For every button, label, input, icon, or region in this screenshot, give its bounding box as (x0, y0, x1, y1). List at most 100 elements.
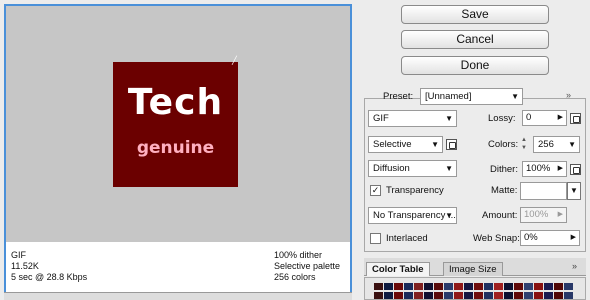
color-swatch[interactable] (424, 283, 433, 290)
dropdown-arrow-icon: ▶ (570, 234, 576, 241)
tab-color-table[interactable]: Color Table (366, 262, 430, 276)
color-swatch[interactable] (444, 283, 453, 290)
color-swatch[interactable] (474, 283, 483, 290)
dither-mask-button[interactable] (570, 164, 581, 175)
color-swatch[interactable] (384, 283, 393, 290)
chevron-down-icon: ▼ (431, 140, 439, 149)
transparency-dither-value: No Transparency ... (373, 210, 456, 221)
color-swatch[interactable] (524, 283, 533, 290)
amount-label: Amount: (482, 210, 518, 221)
reduction-mask-button[interactable] (446, 139, 457, 150)
color-swatch[interactable] (564, 291, 573, 299)
tab-image-size[interactable]: Image Size (443, 262, 503, 276)
web-snap-value: 0% (524, 232, 538, 243)
preview-image: Tech genuine (113, 62, 238, 187)
color-swatch[interactable] (514, 283, 523, 290)
transparency-dither-select[interactable]: No Transparency ... ▼ (368, 207, 457, 224)
dropdown-arrow-icon: ▶ (557, 165, 563, 172)
color-swatch[interactable] (384, 291, 393, 299)
matte-label: Matte: (491, 185, 518, 196)
color-reduction-value: Selective (373, 139, 412, 150)
color-swatch[interactable] (404, 291, 413, 299)
color-swatch[interactable] (524, 291, 533, 299)
matte-swatch[interactable] (520, 182, 567, 200)
color-swatch[interactable] (504, 291, 513, 299)
web-snap-input[interactable]: 0% ▶ (520, 230, 580, 246)
color-swatch[interactable] (434, 283, 443, 290)
color-swatch[interactable] (374, 283, 383, 290)
dropdown-arrow-icon: ▶ (557, 211, 563, 218)
lossy-label: Lossy: (488, 113, 516, 124)
dither-input[interactable]: 100% ▶ (522, 161, 567, 177)
color-swatch[interactable] (564, 283, 573, 290)
palette-info: Selective palette (274, 261, 341, 271)
dither-algorithm-value: Diffusion (373, 163, 410, 174)
amount-value: 100% (524, 209, 549, 220)
color-swatch[interactable] (534, 283, 543, 290)
transparency-checkbox[interactable]: ✓ (370, 185, 381, 196)
color-swatch[interactable] (444, 291, 453, 299)
color-swatch[interactable] (484, 291, 493, 299)
dither-info: 100% dither (274, 250, 323, 260)
done-button[interactable]: Done (401, 56, 549, 75)
color-swatch[interactable] (374, 291, 383, 299)
interlaced-label: Interlaced (386, 233, 428, 244)
optimization-info-right: 100% dither Selective palette 256 colors (274, 250, 340, 283)
color-swatch[interactable] (544, 283, 553, 290)
colors-select[interactable]: 256 ▼ (533, 136, 580, 153)
lossy-mask-button[interactable] (570, 113, 581, 124)
color-swatch[interactable] (534, 291, 543, 299)
preview-status-strip (4, 292, 352, 300)
color-swatch[interactable] (514, 291, 523, 299)
color-swatch[interactable] (434, 291, 443, 299)
color-swatch[interactable] (394, 291, 403, 299)
logo-text-tech: Tech (127, 82, 224, 123)
web-snap-label: Web Snap: (473, 233, 520, 244)
download-time-info: 5 sec @ 28.8 Kbps (11, 272, 88, 282)
color-reduction-select[interactable]: Selective ▼ (368, 136, 443, 153)
color-swatch[interactable] (414, 283, 423, 290)
chevron-down-icon: ▼ (568, 140, 576, 149)
color-swatch-grid (374, 283, 574, 300)
chevron-down-icon: ▼ (445, 114, 453, 123)
chevron-down-icon: ▼ (511, 92, 519, 101)
file-format-select[interactable]: GIF ▼ (368, 110, 457, 127)
chevron-down-icon: ▼ (445, 164, 453, 173)
color-swatch[interactable] (414, 291, 423, 299)
save-button[interactable]: Save (401, 5, 549, 24)
colors-value: 256 (538, 139, 554, 150)
color-swatch[interactable] (464, 291, 473, 299)
cancel-button[interactable]: Cancel (401, 30, 549, 49)
tab-menu-icon[interactable]: » (572, 261, 577, 271)
color-swatch[interactable] (554, 291, 563, 299)
color-swatch[interactable] (424, 291, 433, 299)
color-swatch[interactable] (454, 283, 463, 290)
dropdown-arrow-icon: ▶ (557, 114, 563, 121)
colors-stepper[interactable]: ▲ ▼ (521, 136, 531, 152)
matte-dropdown-button[interactable]: ▼ (567, 182, 581, 200)
dither-algorithm-select[interactable]: Diffusion ▼ (368, 160, 457, 177)
color-swatch[interactable] (504, 283, 513, 290)
color-swatch[interactable] (544, 291, 553, 299)
color-swatch[interactable] (494, 283, 503, 290)
dither-value: 100% (526, 163, 551, 174)
preset-select[interactable]: [Unnamed] ▼ (420, 88, 523, 105)
color-swatch[interactable] (464, 283, 473, 290)
color-swatch[interactable] (484, 283, 493, 290)
color-swatch[interactable] (394, 283, 403, 290)
transparency-label: Transparency (386, 185, 444, 196)
preset-value: [Unnamed] (425, 91, 472, 102)
color-swatch[interactable] (454, 291, 463, 299)
color-swatch[interactable] (554, 283, 563, 290)
lossy-input[interactable]: 0 ▶ (522, 110, 567, 126)
color-swatch[interactable] (494, 291, 503, 299)
chevron-down-icon: ▼ (445, 211, 453, 220)
amount-input[interactable]: 100% ▶ (520, 207, 567, 223)
color-swatch[interactable] (404, 283, 413, 290)
settings-menu-icon[interactable]: » (566, 90, 571, 100)
lossy-value: 0 (526, 112, 532, 123)
interlaced-checkbox[interactable] (370, 233, 381, 244)
color-swatch[interactable] (474, 291, 483, 299)
preset-label: Preset: (383, 91, 414, 102)
image-corner-mark: ╱ (232, 56, 237, 65)
